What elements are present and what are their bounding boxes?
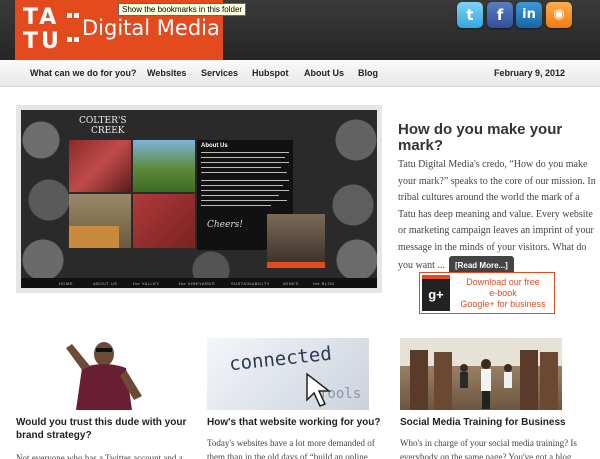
barrel-photo: [69, 226, 119, 248]
current-date: February 9, 2012: [494, 68, 566, 78]
gplus-line: Download our free: [466, 277, 540, 287]
logo-line: COLTER'S: [79, 116, 127, 126]
nav-item-hubspot[interactable]: Hubspot: [252, 68, 289, 78]
site-nav-item: the VINEYARDS: [179, 281, 215, 286]
gplus-line: e-book: [489, 288, 517, 298]
intro-title: How do you make your mark?: [398, 121, 563, 154]
logo-letters-bottom: TU: [23, 29, 62, 54]
site-header: TA TU Digital Media Show the bookmarks i…: [0, 0, 600, 60]
training-photo[interactable]: [400, 338, 562, 410]
gplus-ebook-banner[interactable]: g+ Download our free e-book Google+ for …: [419, 272, 555, 314]
nav-item-blog[interactable]: Blog: [358, 68, 378, 78]
site-nav-item: WINES: [283, 281, 299, 286]
card-body-social-media: Who's in charge of your social media tra…: [400, 438, 577, 459]
featured-slide[interactable]: COLTER'S CREEK About Us Cheers! HOME ABO…: [16, 105, 382, 293]
google-plus-icon: g+: [422, 275, 450, 311]
about-text-line: [201, 195, 279, 196]
logo-dot: [67, 37, 72, 42]
card-title-social-media[interactable]: Social Media Training for Business: [400, 416, 590, 429]
gplus-banner-text: Download our free e-book Google+ for bus…: [452, 277, 554, 310]
wine-pour-photo: [133, 194, 195, 248]
nav-item-services[interactable]: Services: [201, 68, 238, 78]
about-text-line: [201, 152, 289, 153]
owners-photo: [267, 214, 325, 266]
about-text-line: [201, 162, 289, 163]
about-text-line: [201, 200, 287, 201]
colters-creek-screenshot: COLTER'S CREEK About Us Cheers! HOME ABO…: [21, 110, 377, 288]
rss-icon[interactable]: ◉: [546, 2, 572, 28]
about-text-line: [201, 205, 271, 206]
main-nav: What can we do for you? Websites Service…: [0, 60, 600, 87]
colters-creek-nav: HOME ABOUT US the VALLEY the VINEYARDS S…: [21, 278, 377, 288]
nav-item-about-us[interactable]: About Us: [304, 68, 344, 78]
connected-photo[interactable]: connected Tools: [207, 338, 369, 410]
grapes-photo: [69, 140, 131, 192]
about-text-line: [201, 180, 289, 181]
logo-dot: [67, 13, 72, 18]
about-text-line: [201, 185, 283, 186]
site-nav-item: SUSTAINABILITY: [231, 281, 270, 286]
card-title-website[interactable]: How's that website working for you?: [207, 416, 387, 429]
dude-illustration: [66, 342, 142, 410]
intro-body-text: Tatu Digital Media's credo, “How do you …: [398, 159, 596, 271]
nav-item-what-can-we-do[interactable]: What can we do for you?: [30, 68, 137, 78]
about-text-line: [201, 172, 287, 173]
cursor-arrow-icon: [306, 372, 332, 407]
bookmarks-tooltip: Show the bookmarks in this folder: [118, 3, 247, 16]
vineyard-photo: [133, 140, 195, 192]
site-nav-item: HOME: [59, 281, 73, 286]
linkedin-icon[interactable]: in: [516, 2, 542, 28]
intro-body: Tatu Digital Media's credo, “How do you …: [398, 157, 598, 277]
facebook-icon[interactable]: f: [487, 2, 513, 28]
card-title-dude[interactable]: Would you trust this dude with your bran…: [16, 416, 196, 442]
logo-letters-top: TA: [23, 5, 60, 30]
dude-photo[interactable]: [16, 338, 178, 410]
brand-name: Digital Media: [82, 16, 220, 40]
tatu-logo-mark: TA TU: [23, 5, 79, 55]
signature: Cheers!: [207, 220, 243, 230]
card-body-dude: Not everyone who has a Twitter account a…: [16, 453, 183, 459]
training-room-illustration: [400, 338, 562, 410]
card-body-website: Today's websites have a lot more demande…: [207, 438, 375, 459]
twitter-icon[interactable]: t: [457, 2, 483, 28]
about-text-line: [201, 167, 281, 168]
about-text-line: [201, 190, 289, 191]
nav-item-websites[interactable]: Websites: [147, 68, 186, 78]
connected-word: connected: [228, 342, 333, 376]
logo-dot: [74, 13, 79, 18]
about-us-heading: About Us: [201, 143, 228, 149]
gplus-line: Google+ for business: [460, 299, 546, 309]
site-nav-item: ABOUT US: [93, 281, 118, 286]
site-nav-item: the BLOG: [313, 281, 335, 286]
logo-line: CREEK: [91, 126, 125, 136]
about-text-line: [201, 157, 285, 158]
colters-creek-logo: COLTER'S CREEK: [79, 116, 127, 136]
site-nav-item: the VALLEY: [133, 281, 160, 286]
owners-caption-bar: [267, 262, 325, 268]
logo-dot: [74, 37, 79, 42]
